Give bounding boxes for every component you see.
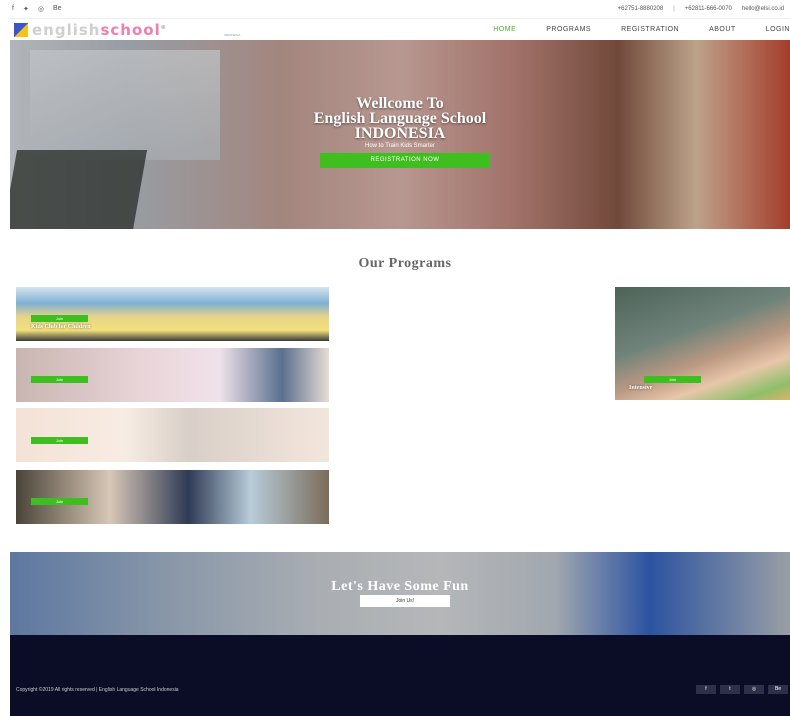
logo-subtitle: INDONESIA: [224, 33, 241, 37]
fun-banner: Let's Have Some Fun Join Us!: [10, 552, 790, 635]
phone-1[interactable]: +62751-8880208: [618, 6, 664, 12]
program-card-4[interactable]: Join: [16, 470, 329, 524]
program-card-kids-club[interactable]: Join Kids Club for Children: [16, 287, 329, 341]
fun-title: Let's Have Some Fun: [331, 579, 469, 594]
program-label: Intensive: [629, 385, 653, 391]
programs-heading: Our Programs: [358, 256, 452, 271]
site-logo[interactable]: englishschool®: [14, 21, 167, 39]
hero-title-line-1: Wellcome To: [356, 95, 444, 112]
join-button[interactable]: Join: [31, 315, 88, 322]
facebook-icon[interactable]: f: [12, 5, 14, 13]
program-label: Kids Club for Children: [31, 324, 91, 330]
twitter-icon[interactable]: t: [720, 685, 740, 694]
nav-programs[interactable]: PROGRAMS: [546, 26, 591, 33]
nav-home[interactable]: HOME: [493, 26, 516, 33]
logo-school: school: [100, 21, 161, 39]
join-button[interactable]: Join: [644, 376, 701, 383]
join-button[interactable]: Join: [31, 498, 88, 505]
main-navbar: englishschool® INDONESIA HOME PROGRAMS R…: [10, 18, 790, 40]
hero-title: Wellcome To English Language School INDO…: [10, 95, 790, 142]
program-card-intensive[interactable]: Join Intensive: [615, 287, 790, 400]
instagram-icon[interactable]: ◎: [744, 685, 764, 694]
contact-info: +62751-8880208 | +62811-666-0070 hello@e…: [618, 6, 784, 12]
top-social-links: f ✦ ◎ Be: [12, 5, 62, 13]
nav-about[interactable]: ABOUT: [709, 26, 736, 33]
join-us-button[interactable]: Join Us!: [360, 595, 450, 607]
hero-banner: Wellcome To English Language School INDO…: [10, 40, 790, 229]
instagram-icon[interactable]: ◎: [38, 5, 44, 13]
hero-title-line-2: English Language School: [313, 110, 487, 127]
program-card-2[interactable]: Join: [16, 348, 329, 402]
program-card-3[interactable]: Join: [16, 408, 329, 462]
logo-registered: ®: [160, 25, 167, 31]
nav-menu: HOME PROGRAMS REGISTRATION ABOUT LOGIN: [463, 26, 790, 33]
behance-icon[interactable]: Be: [768, 685, 788, 694]
copyright-text: Copyright ©2019 All rights reserved | En…: [16, 687, 179, 693]
hero-subtitle: How to Train Kids Smarter: [364, 143, 436, 149]
separator: |: [673, 6, 675, 12]
logo-text: englishschool®: [32, 21, 167, 39]
behance-icon[interactable]: Be: [53, 5, 62, 13]
logo-english: english: [32, 21, 101, 39]
email-link[interactable]: hello@elsi.co.id: [742, 6, 784, 12]
footer-social-links: f t ◎ Be: [696, 685, 788, 694]
nav-login[interactable]: LOGIN: [766, 26, 790, 33]
site-footer: Copyright ©2019 All rights reserved | En…: [10, 635, 790, 716]
phone-2[interactable]: +62811-666-0070: [685, 6, 732, 12]
join-button[interactable]: Join: [31, 376, 88, 383]
logo-mark-icon: [14, 23, 28, 37]
top-bar: f ✦ ◎ Be +62751-8880208 | +62811-666-007…: [0, 0, 790, 18]
join-button[interactable]: Join: [31, 437, 88, 444]
nav-registration[interactable]: REGISTRATION: [621, 26, 679, 33]
facebook-icon[interactable]: f: [696, 685, 716, 694]
registration-now-button[interactable]: REGISTRATION NOW: [320, 153, 490, 168]
twitter-icon[interactable]: ✦: [23, 5, 29, 13]
hero-title-line-3: INDONESIA: [354, 125, 446, 142]
